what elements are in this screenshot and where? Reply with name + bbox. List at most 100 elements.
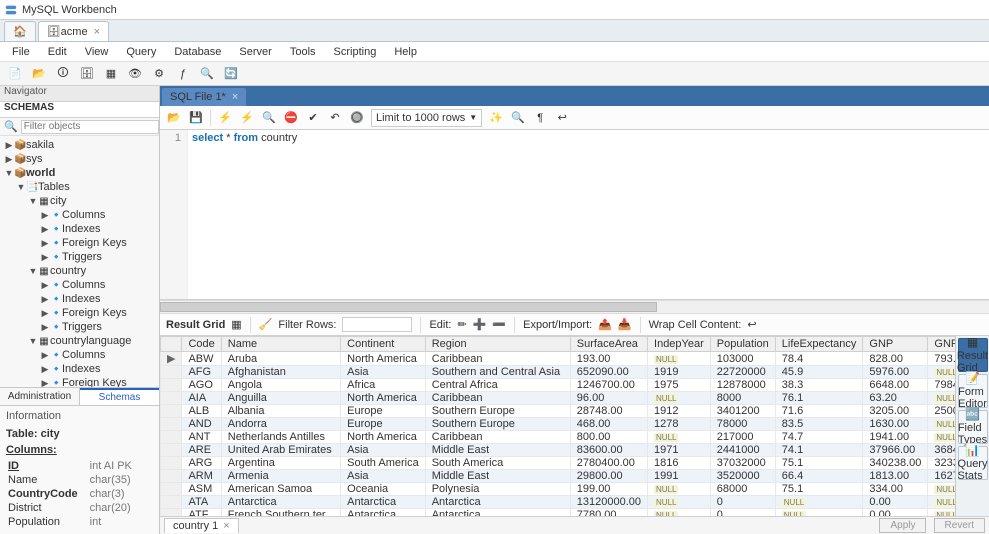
tree-twisty-icon[interactable]: ▶ [40,224,50,235]
cell[interactable]: Southern Europe [425,405,570,418]
row-indicator[interactable]: ▶ [161,352,182,366]
cell[interactable]: 103000 [710,352,775,366]
beautify-icon[interactable]: ✨ [488,110,504,126]
cell[interactable]: 0.00 [863,496,928,509]
cell[interactable]: 96.00 [570,392,647,405]
tree-twisty-icon[interactable]: ▶ [40,364,50,375]
result-grid[interactable]: CodeNameContinentRegionSurfaceAreaIndepY… [160,336,955,516]
delete-row-icon[interactable]: ➖ [492,318,506,331]
cell[interactable]: 6648.00 [863,379,928,392]
cell[interactable]: 74.7 [775,431,863,444]
cell[interactable]: Antarctica [425,496,570,509]
tree-node[interactable]: ▶🔹Triggers [0,320,159,334]
cell[interactable]: AND [182,418,221,431]
row-indicator[interactable] [161,483,182,496]
cell[interactable]: 1627.00 [928,470,955,483]
cell[interactable]: Middle East [425,470,570,483]
cell[interactable]: Angola [221,379,340,392]
side-btn-field-types[interactable]: 🔤FieldTypes [958,410,988,444]
filter-icon[interactable]: 🧹 [259,318,273,331]
cell[interactable]: NULL [648,483,711,496]
open-file-icon[interactable]: 📂 [166,110,182,126]
cell[interactable]: 83.5 [775,418,863,431]
filter-rows-input[interactable] [342,317,412,332]
cell[interactable]: Asia [341,444,426,457]
tree-twisty-icon[interactable]: ▼ [4,168,14,178]
cell[interactable]: 1630.00 [863,418,928,431]
row-indicator[interactable] [161,457,182,470]
cell[interactable]: 199.00 [570,483,647,496]
column-header[interactable]: GNPOld [928,337,955,352]
row-indicator[interactable] [161,392,182,405]
tree-node[interactable]: ▶🔹Foreign Keys [0,236,159,250]
cell[interactable]: Netherlands Antilles [221,431,340,444]
column-header[interactable]: Region [425,337,570,352]
result-grid-scroll[interactable]: CodeNameContinentRegionSurfaceAreaIndepY… [160,336,955,516]
cell[interactable]: ATA [182,496,221,509]
cell[interactable]: 334.00 [863,483,928,496]
cell[interactable]: 1991 [648,470,711,483]
cell[interactable]: 1813.00 [863,470,928,483]
cell[interactable]: ASM [182,483,221,496]
row-indicator[interactable] [161,444,182,457]
table-row[interactable]: AIAAnguillaNorth AmericaCaribbean96.00NU… [161,392,956,405]
editor-horizontal-scrollbar[interactable] [160,300,989,314]
cell[interactable]: 468.00 [570,418,647,431]
cell[interactable]: ARM [182,470,221,483]
cell[interactable]: ABW [182,352,221,366]
row-indicator[interactable] [161,418,182,431]
cell[interactable]: Asia [341,470,426,483]
cell[interactable]: 7780.00 [570,509,647,517]
tree-twisty-icon[interactable]: ▶ [40,378,50,388]
table-row[interactable]: ASMAmerican SamoaOceaniaPolynesia199.00N… [161,483,956,496]
row-indicator[interactable] [161,431,182,444]
cell[interactable]: Armenia [221,470,340,483]
menu-server[interactable]: Server [231,44,279,60]
filter-objects-input[interactable] [21,120,159,134]
tree-twisty-icon[interactable]: ▶ [40,280,50,291]
cell[interactable]: Antarctica [341,496,426,509]
table-row[interactable]: ATAAntarcticaAntarcticaAntarctica1312000… [161,496,956,509]
add-row-icon[interactable]: ➕ [473,318,487,331]
cell[interactable]: NULL [648,431,711,444]
new-schema-icon[interactable]: 🗄 [78,65,96,83]
cell[interactable]: 2780400.00 [570,457,647,470]
row-indicator[interactable] [161,509,182,517]
cell[interactable]: 828.00 [863,352,928,366]
cell[interactable]: 0 [710,496,775,509]
cell[interactable]: 1941.00 [863,431,928,444]
cell[interactable]: NULL [928,366,955,379]
cell[interactable]: 66.4 [775,470,863,483]
cell[interactable]: French Southern ter... [221,509,340,517]
cell[interactable]: Polynesia [425,483,570,496]
tree-node[interactable]: ▶📦sys [0,152,159,166]
cell[interactable]: 1971 [648,444,711,457]
import-icon[interactable]: 📥 [618,318,632,331]
cell[interactable]: Caribbean [425,392,570,405]
cell[interactable]: 28748.00 [570,405,647,418]
tree-node[interactable]: ▶🔹Indexes [0,292,159,306]
row-indicator[interactable] [161,379,182,392]
menu-query[interactable]: Query [118,44,164,60]
cell[interactable]: Europe [341,418,426,431]
tree-twisty-icon[interactable]: ▼ [28,266,38,276]
cell[interactable]: 800.00 [570,431,647,444]
cell[interactable]: 3520000 [710,470,775,483]
inspector-icon[interactable]: 🛈 [54,65,72,83]
cell[interactable]: NULL [928,483,955,496]
cell[interactable]: 2441000 [710,444,775,457]
cell[interactable]: ALB [182,405,221,418]
cell[interactable]: 5976.00 [863,366,928,379]
table-row[interactable]: AREUnited Arab EmiratesAsiaMiddle East83… [161,444,956,457]
cell[interactable]: NULL [928,418,955,431]
column-header[interactable]: SurfaceArea [570,337,647,352]
cell[interactable]: 83600.00 [570,444,647,457]
cell[interactable]: 0 [710,509,775,517]
sql-editor[interactable]: 1 select * from country [160,130,989,300]
grid-view-icon[interactable]: ▦ [231,318,241,331]
cell[interactable]: 2500.00 [928,405,955,418]
cell[interactable]: ANT [182,431,221,444]
column-header[interactable]: Continent [341,337,426,352]
side-btn-form-editor[interactable]: 📝FormEditor [958,374,988,408]
cell[interactable]: 22720000 [710,366,775,379]
